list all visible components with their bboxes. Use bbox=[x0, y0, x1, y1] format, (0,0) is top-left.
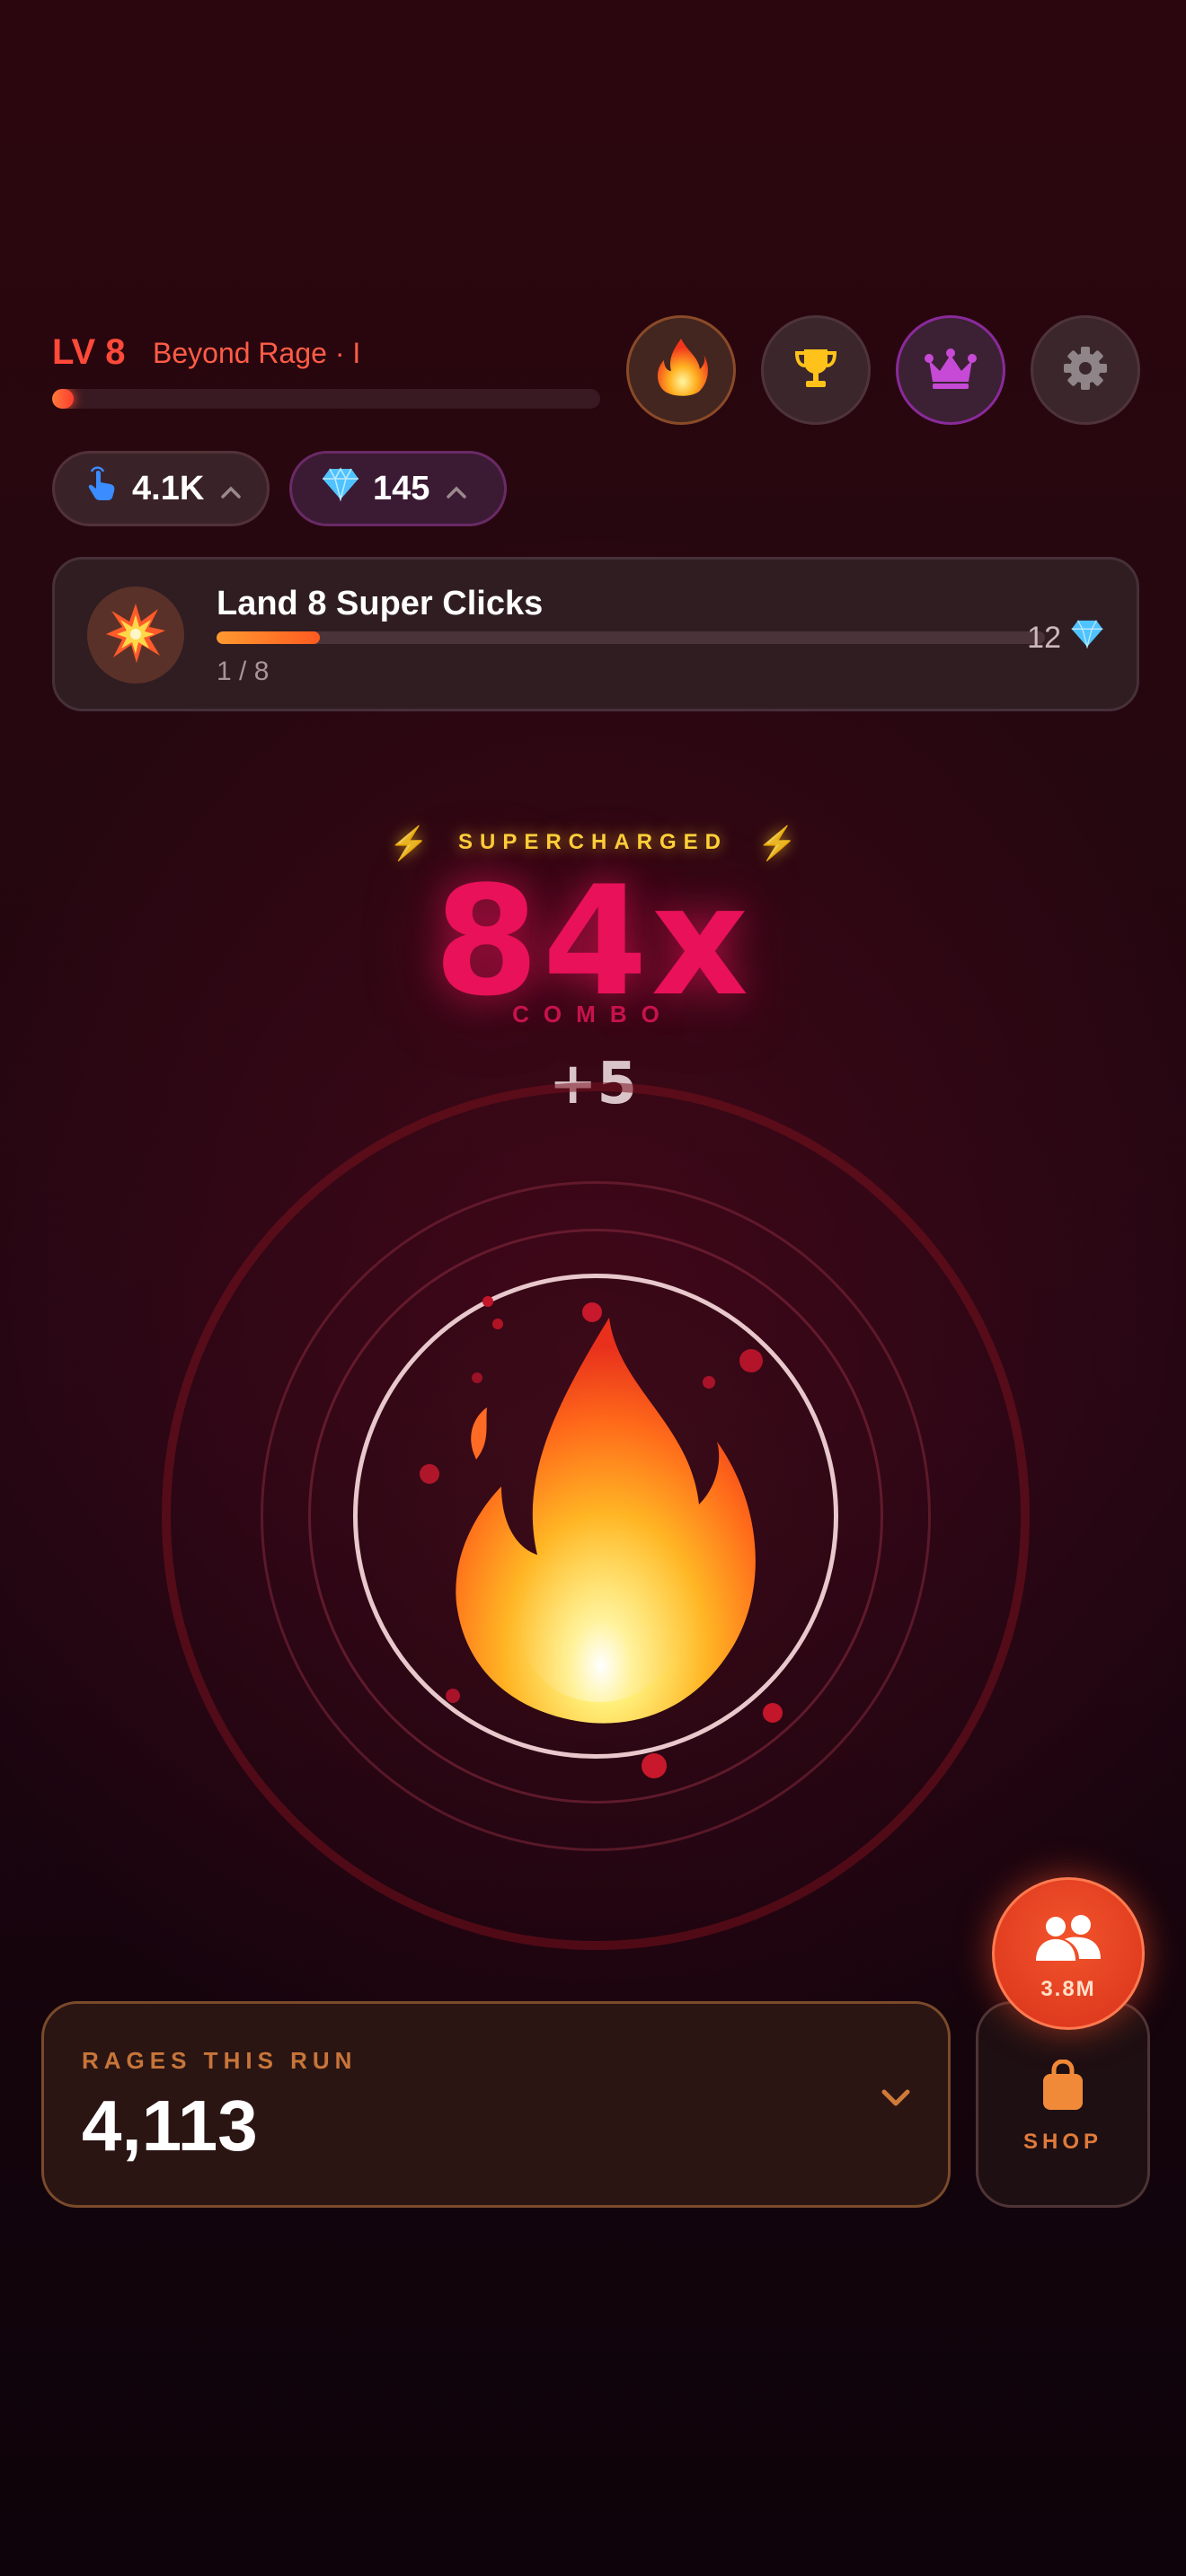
ember-particle bbox=[642, 1753, 667, 1778]
trophy-icon bbox=[792, 344, 840, 396]
rages-panel[interactable]: RAGES THIS RUN 4,113 bbox=[41, 2001, 951, 2208]
taps-value: 4.1K bbox=[132, 469, 205, 507]
explosion-icon bbox=[104, 602, 167, 668]
gear-icon bbox=[1062, 345, 1109, 395]
fire-icon bbox=[653, 337, 709, 403]
streak-button[interactable] bbox=[626, 315, 736, 425]
premium-button[interactable] bbox=[896, 315, 1005, 425]
combo-label: COMBO bbox=[512, 1001, 674, 1028]
supercharged-label: SUPERCHARGED bbox=[457, 830, 729, 855]
rages-value: 4,113 bbox=[82, 2086, 258, 2166]
settings-button[interactable] bbox=[1031, 315, 1140, 425]
quest-reward-value: 12 bbox=[1027, 620, 1061, 655]
gems-currency-chip[interactable]: 145 bbox=[289, 451, 507, 526]
gem-icon bbox=[321, 467, 360, 510]
friends-icon bbox=[1032, 1914, 1104, 1968]
ember-particle bbox=[582, 1302, 602, 1322]
ember-particle bbox=[482, 1296, 493, 1307]
level-label: LV 8 bbox=[52, 332, 126, 372]
quest-progress-bar bbox=[217, 631, 1045, 644]
rank-name: Beyond Rage · I bbox=[153, 337, 361, 369]
quest-reward: 12 bbox=[1027, 619, 1104, 657]
gem-icon bbox=[1070, 619, 1104, 657]
xp-progress-fill bbox=[52, 389, 75, 409]
tap-hand-icon bbox=[84, 466, 119, 511]
shop-button[interactable]: SHOP bbox=[976, 2001, 1150, 2208]
rages-label: RAGES THIS RUN bbox=[82, 2047, 358, 2074]
shop-label: SHOP bbox=[1022, 2130, 1102, 2154]
ember-particle bbox=[420, 1464, 439, 1484]
quest-title: Land 8 Super Clicks bbox=[217, 585, 544, 622]
friends-button[interactable]: 3.8M bbox=[992, 1877, 1145, 2030]
chevron-up-icon bbox=[220, 470, 242, 508]
chevron-up-icon bbox=[446, 470, 467, 508]
tap-target[interactable] bbox=[353, 1274, 838, 1759]
ember-particle bbox=[492, 1319, 503, 1329]
quest-progress-fill bbox=[217, 631, 321, 644]
ember-particle bbox=[763, 1703, 783, 1723]
crown-icon bbox=[924, 346, 978, 394]
ember-particle bbox=[739, 1349, 763, 1372]
gems-value: 145 bbox=[373, 469, 430, 507]
taps-currency-chip[interactable]: 4.1K bbox=[52, 451, 270, 526]
shopping-bag-icon bbox=[1040, 2059, 1086, 2115]
friends-count: 3.8M bbox=[1040, 1977, 1096, 2001]
ember-particle bbox=[472, 1372, 482, 1383]
quest-icon-badge bbox=[87, 587, 184, 684]
ember-particle bbox=[446, 1689, 460, 1703]
chevron-down-icon[interactable] bbox=[880, 2086, 912, 2112]
quest-progress-text: 1 / 8 bbox=[217, 657, 270, 686]
ember-particle bbox=[703, 1376, 715, 1389]
leaderboard-button[interactable] bbox=[761, 315, 871, 425]
xp-progress-bar bbox=[52, 389, 600, 409]
quest-card[interactable]: Land 8 Super Clicks 1 / 8 12 bbox=[52, 557, 1139, 711]
